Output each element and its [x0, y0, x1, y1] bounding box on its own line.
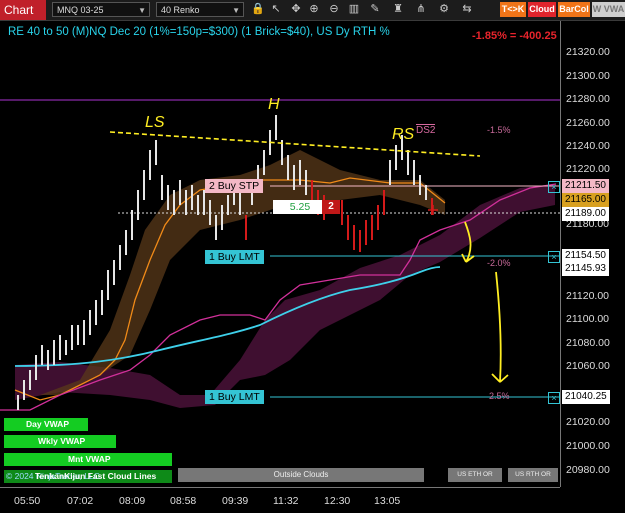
outside-clouds-button[interactable]: Outside Clouds	[178, 468, 424, 482]
y-tick: 21300.00	[566, 70, 610, 82]
last-price-tag: 21189.00	[562, 207, 609, 221]
vwap-price-tag: 21145.93	[562, 262, 609, 276]
annotation-h: H	[268, 96, 280, 113]
pct-label-top: -1.5%	[487, 125, 511, 135]
x-tick: 07:02	[67, 495, 94, 507]
pnl-display: -1.85% = -400.25	[472, 30, 557, 42]
time-axis-line	[0, 487, 560, 488]
y-tick: 21000.00	[566, 440, 610, 452]
x-tick: 08:58	[170, 495, 197, 507]
x-tick: 13:05	[374, 495, 401, 507]
day-vwap-button[interactable]: Day VWAP	[4, 418, 88, 431]
position-qty[interactable]: 2	[322, 200, 340, 214]
y-tick: 21100.00	[566, 313, 610, 325]
close-limit2-icon[interactable]: ×	[548, 392, 560, 404]
x-tick: 05:50	[14, 495, 41, 507]
annotation-ds2: DS2	[416, 124, 436, 136]
y-tick: 21240.00	[566, 140, 610, 152]
y-tick: 21260.00	[566, 117, 610, 129]
y-tick: 21120.00	[566, 290, 610, 302]
y-tick: 21280.00	[566, 93, 610, 105]
chart-title: RE 40 to 50 (M)NQ Dec 20 (1%=150p=$300) …	[8, 26, 390, 38]
y-tick: 21220.00	[566, 163, 610, 175]
stop-order-label[interactable]: 2 Buy STP	[205, 179, 264, 193]
pct-label-bot: 2.5%	[489, 391, 510, 401]
hidden-price-tag: 21165.00	[562, 193, 609, 207]
limit1-price-tag: 21154.50	[562, 249, 609, 263]
us-eth-or-button[interactable]: US ETH OR	[448, 468, 502, 482]
weekly-vwap-button[interactable]: Wkly VWAP	[4, 435, 116, 448]
limit-order-label-2[interactable]: 1 Buy LMT	[205, 390, 264, 404]
y-tick: 21060.00	[566, 360, 610, 372]
annotation-rs: RS	[392, 126, 415, 143]
us-rth-or-button[interactable]: US RTH OR	[508, 468, 558, 482]
y-tick: 21020.00	[566, 416, 610, 428]
stop-price-tag: 21211.50	[562, 179, 609, 193]
arrow-down-2	[491, 271, 509, 383]
x-tick: 08:09	[119, 495, 146, 507]
close-limit1-icon[interactable]: ×	[548, 251, 560, 263]
close-stop-icon[interactable]: ×	[548, 181, 560, 193]
y-tick: 20980.00	[566, 464, 610, 476]
x-tick: 09:39	[222, 495, 249, 507]
x-tick: 12:30	[324, 495, 351, 507]
limit-order-label-1[interactable]: 1 Buy LMT	[205, 250, 264, 264]
pct-label-mid: -2.0%	[487, 258, 511, 268]
y-tick: 21320.00	[566, 46, 610, 58]
limit2-price-tag: 21040.25	[562, 390, 610, 404]
y-tick: 21080.00	[566, 337, 610, 349]
cloud-lines-label: TenkanKijun Fast Cloud Lines	[35, 471, 157, 481]
monthly-vwap-button[interactable]: Mnt VWAP	[4, 453, 172, 466]
annotation-ls: LS	[145, 114, 165, 131]
x-tick: 11:32	[273, 495, 299, 507]
position-avg-price[interactable]: 5.25	[273, 200, 327, 214]
